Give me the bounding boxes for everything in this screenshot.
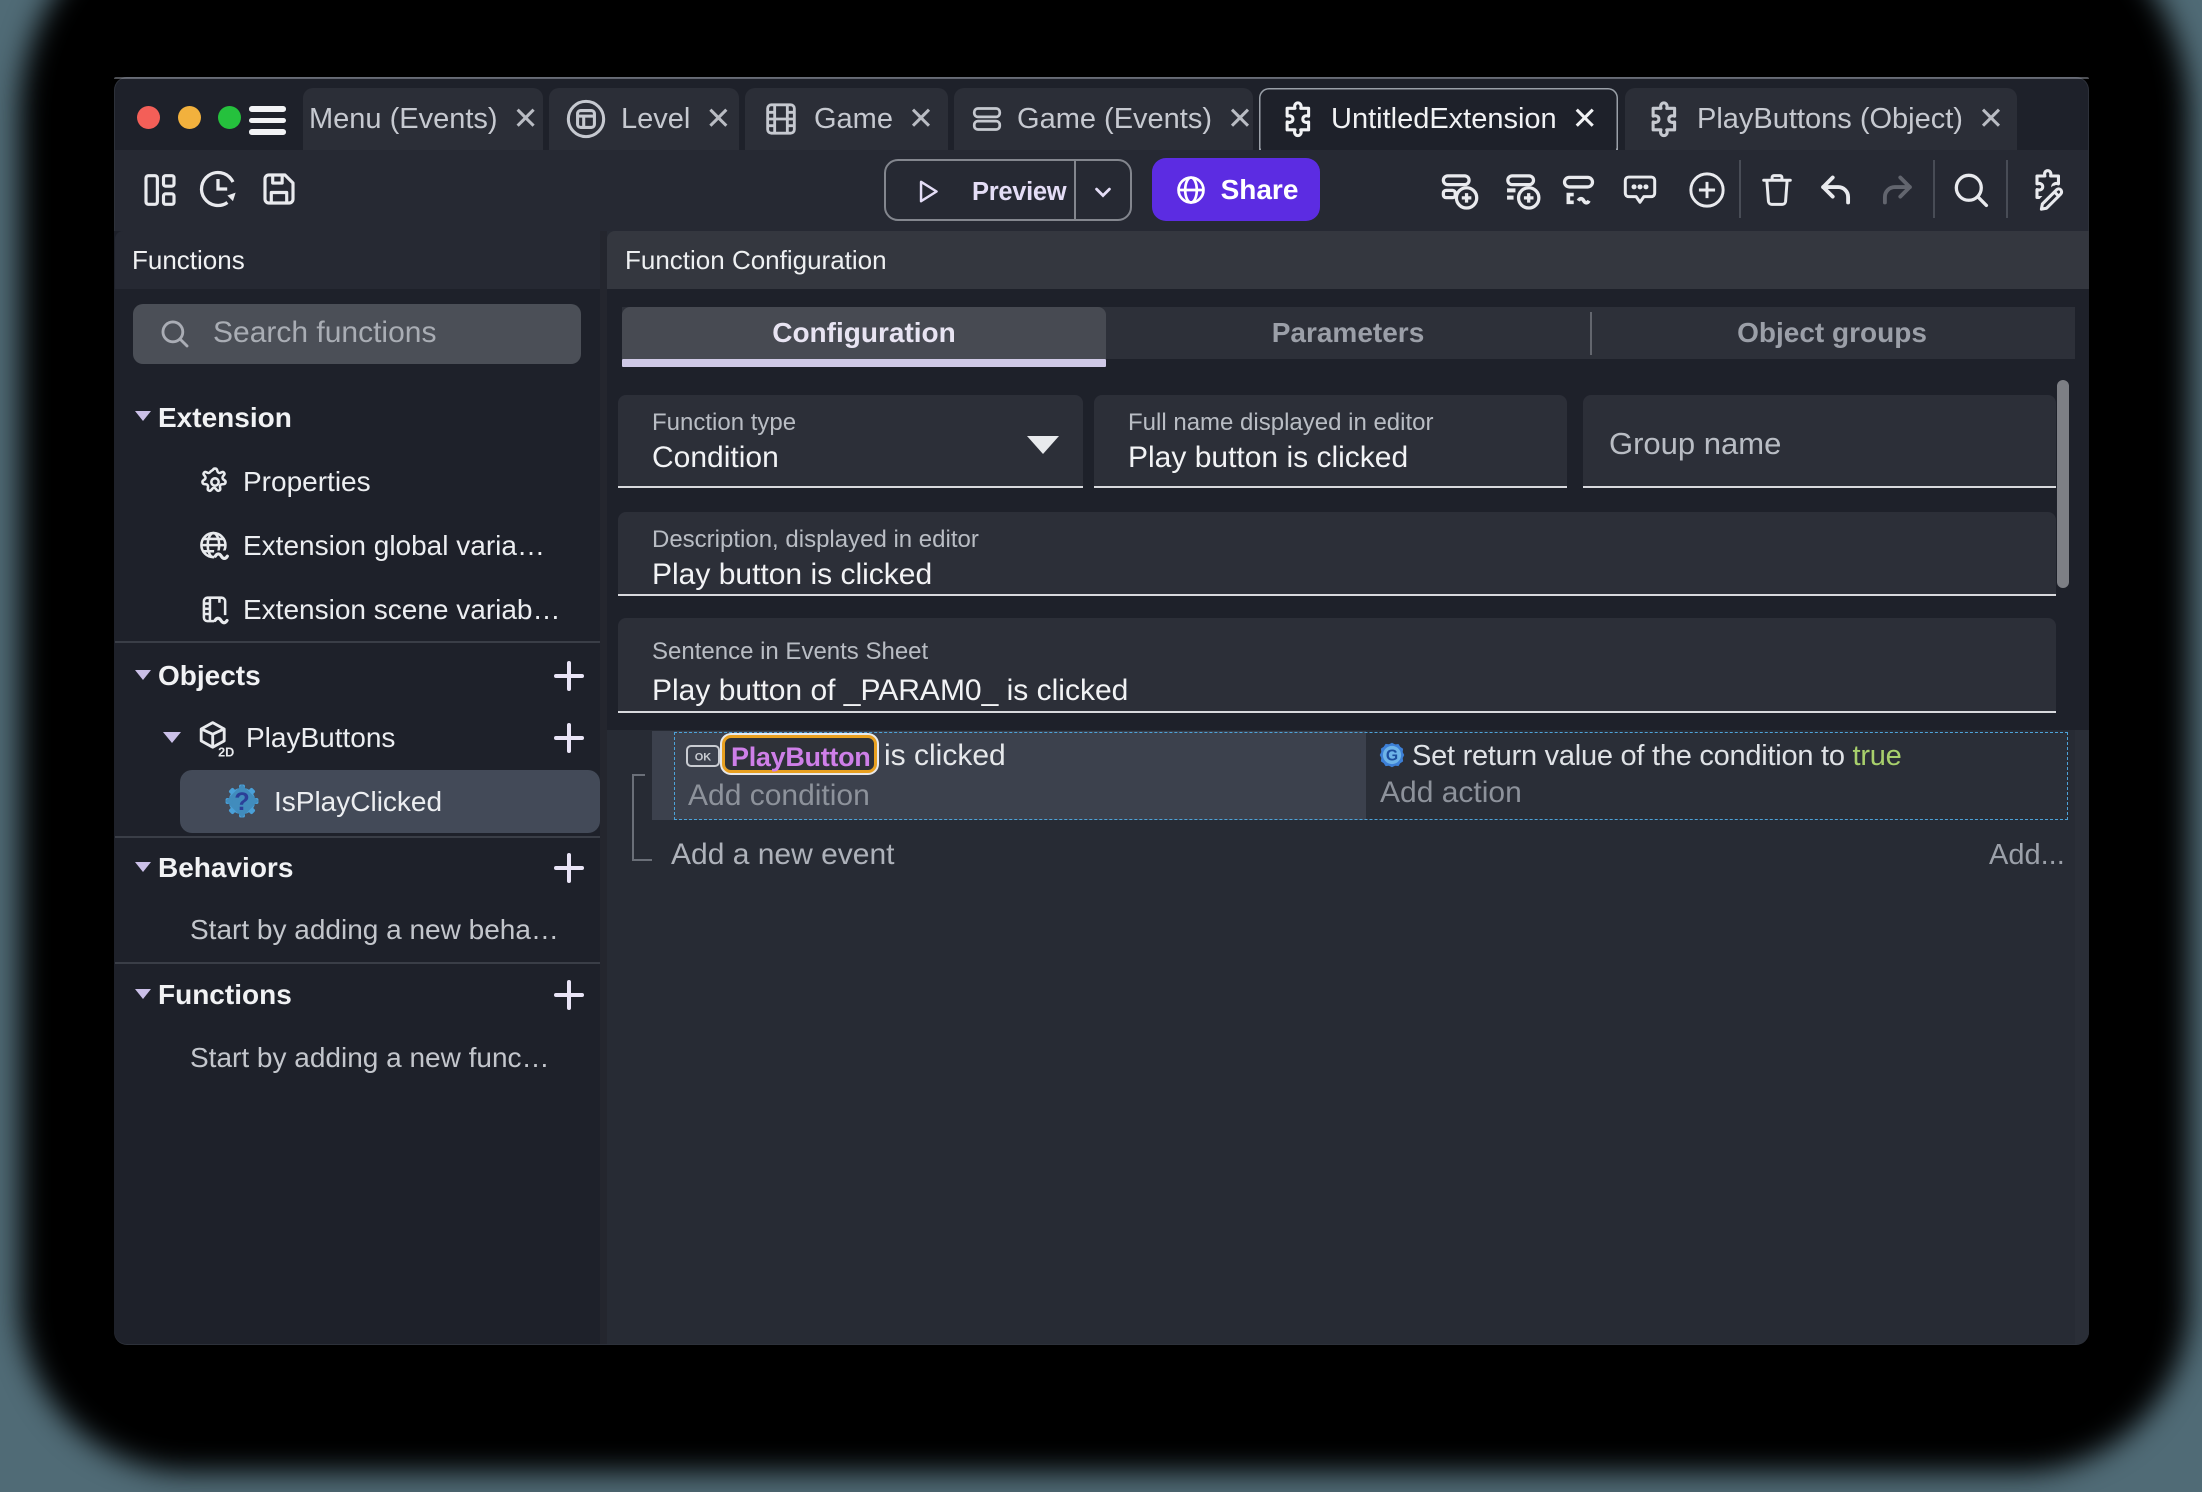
svg-text:OK: OK: [695, 752, 712, 764]
svg-text:2D: 2D: [218, 745, 234, 759]
svg-text:?: ?: [234, 788, 250, 816]
svg-text:G: G: [1386, 748, 1398, 765]
